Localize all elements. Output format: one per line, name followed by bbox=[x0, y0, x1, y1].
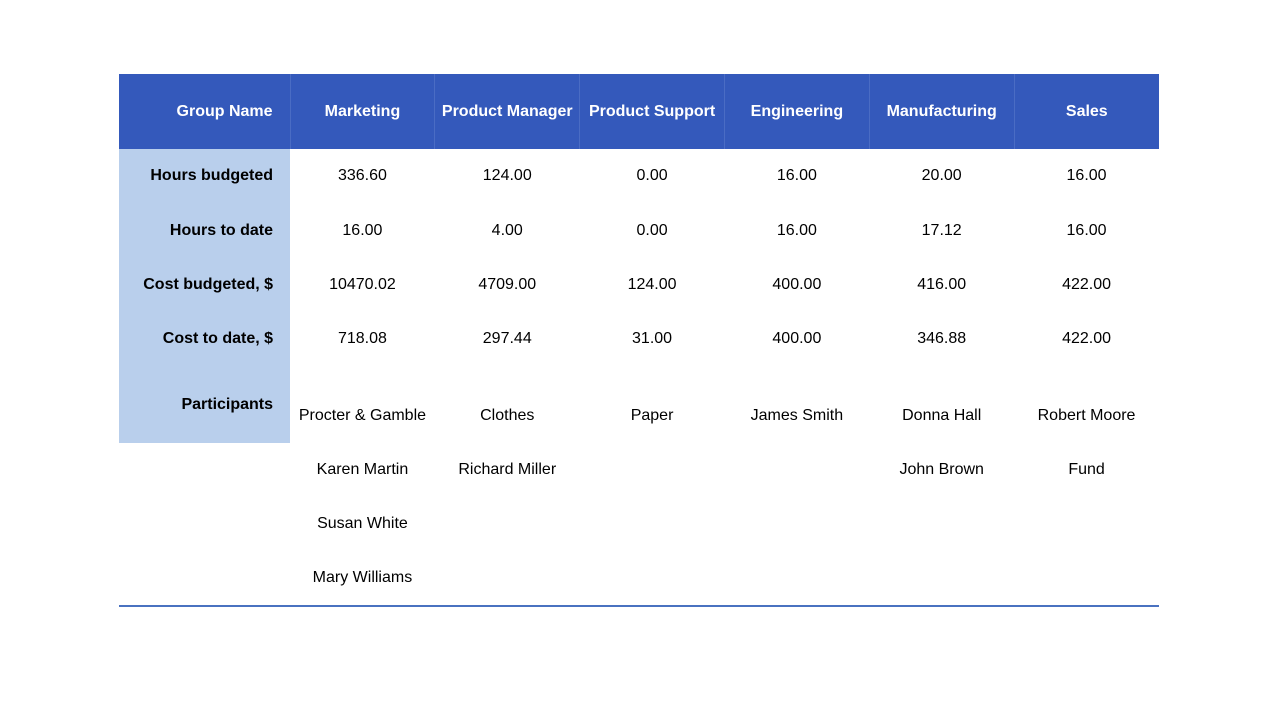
table-cell: 20.00 bbox=[921, 167, 962, 185]
participant-cell bbox=[724, 497, 869, 551]
table-cell: 336.60 bbox=[337, 167, 387, 185]
participant-cell: Susan White bbox=[317, 515, 408, 533]
table-cell: 422.00 bbox=[1062, 275, 1112, 293]
table-cell: 16.00 bbox=[342, 221, 383, 239]
participant-cell bbox=[435, 551, 580, 605]
row-participants: Participants Procter & Gamble Clothes Pa… bbox=[119, 366, 1159, 443]
row-label: Hours budgeted bbox=[119, 149, 291, 204]
participant-cell: Paper bbox=[630, 406, 674, 424]
row-participants-continued: Mary Williams bbox=[119, 551, 1159, 605]
table-cell: 16.00 bbox=[1066, 221, 1107, 239]
row-participants-continued: Karen Martin Richard Miller John Brown F… bbox=[119, 443, 1159, 497]
header-group-name: Group Name bbox=[119, 74, 291, 149]
row-label: Cost to date, $ bbox=[119, 312, 291, 367]
header-row: Group Name Marketing Product Manager Pro… bbox=[119, 74, 1159, 149]
row-label: Participants bbox=[119, 366, 291, 443]
participant-cell: James Smith bbox=[750, 406, 844, 424]
row-cost-budgeted: Cost budgeted, $ 10470.02 4709.00 124.00… bbox=[119, 257, 1159, 313]
participant-cell bbox=[580, 497, 725, 551]
participant-cell: Richard Miller bbox=[458, 460, 557, 478]
table-cell: 416.00 bbox=[917, 275, 967, 293]
row-hours-budgeted: Hours budgeted 336.60 124.00 0.00 16.00 … bbox=[119, 149, 1159, 204]
participant-cell: Karen Martin bbox=[316, 460, 409, 478]
participant-cell bbox=[724, 551, 869, 605]
table-cell: 422.00 bbox=[1062, 330, 1112, 348]
table-cell: 0.00 bbox=[636, 221, 668, 239]
participant-cell bbox=[869, 551, 1014, 605]
header-manufacturing: Manufacturing bbox=[868, 74, 1015, 149]
participant-cell bbox=[580, 551, 725, 605]
participant-cell: Mary Williams bbox=[312, 569, 413, 587]
row-label-empty bbox=[119, 443, 290, 497]
participant-cell bbox=[869, 497, 1014, 551]
table-cell: 16.00 bbox=[1066, 167, 1107, 185]
participant-cell: Procter & Gamble bbox=[298, 406, 427, 424]
header-engineering: Engineering bbox=[723, 74, 870, 149]
table-cell: 17.12 bbox=[921, 221, 962, 239]
table-cell: 297.44 bbox=[482, 330, 532, 348]
row-hours-to-date: Hours to date 16.00 4.00 0.00 16.00 17.1… bbox=[119, 203, 1159, 258]
row-label: Cost budgeted, $ bbox=[119, 257, 291, 313]
table-cell: 400.00 bbox=[772, 275, 822, 293]
budget-table: Group Name Marketing Product Manager Pro… bbox=[119, 74, 1159, 607]
participant-cell bbox=[580, 443, 725, 497]
row-cost-to-date: Cost to date, $ 718.08 297.44 31.00 400.… bbox=[119, 312, 1159, 367]
table-cell: 31.00 bbox=[632, 330, 673, 348]
participant-cell: John Brown bbox=[899, 460, 984, 478]
row-label-empty bbox=[119, 497, 290, 551]
table-cell: 346.88 bbox=[917, 330, 967, 348]
table-cell: 124.00 bbox=[627, 275, 677, 293]
participant-cell: Fund bbox=[1068, 460, 1105, 478]
slide: Group Name Marketing Product Manager Pro… bbox=[0, 0, 1280, 708]
participant-cell: Clothes bbox=[480, 406, 535, 424]
row-label-empty bbox=[119, 551, 290, 605]
table-cell: 0.00 bbox=[636, 167, 668, 185]
table-cell: 4.00 bbox=[491, 221, 523, 239]
participant-cell bbox=[435, 497, 580, 551]
header-sales: Sales bbox=[1013, 74, 1159, 149]
participant-cell: Robert Moore bbox=[1037, 406, 1136, 424]
table-cell: 718.08 bbox=[337, 330, 387, 348]
participant-cell bbox=[1014, 551, 1159, 605]
participant-cell bbox=[1014, 497, 1159, 551]
table-cell: 16.00 bbox=[776, 221, 817, 239]
table-cell: 400.00 bbox=[772, 330, 822, 348]
header-product-support: Product Support bbox=[579, 74, 725, 149]
header-product-manager: Product Manager bbox=[434, 74, 580, 149]
table-cell: 4709.00 bbox=[478, 275, 537, 293]
participant-cell: Donna Hall bbox=[902, 406, 982, 424]
participant-cell bbox=[724, 443, 869, 497]
header-marketing: Marketing bbox=[289, 74, 435, 149]
table-cell: 10470.02 bbox=[329, 275, 396, 293]
table-cell: 16.00 bbox=[776, 167, 817, 185]
row-label: Hours to date bbox=[119, 203, 291, 258]
table-cell: 124.00 bbox=[482, 167, 532, 185]
row-participants-continued: Susan White bbox=[119, 497, 1159, 551]
